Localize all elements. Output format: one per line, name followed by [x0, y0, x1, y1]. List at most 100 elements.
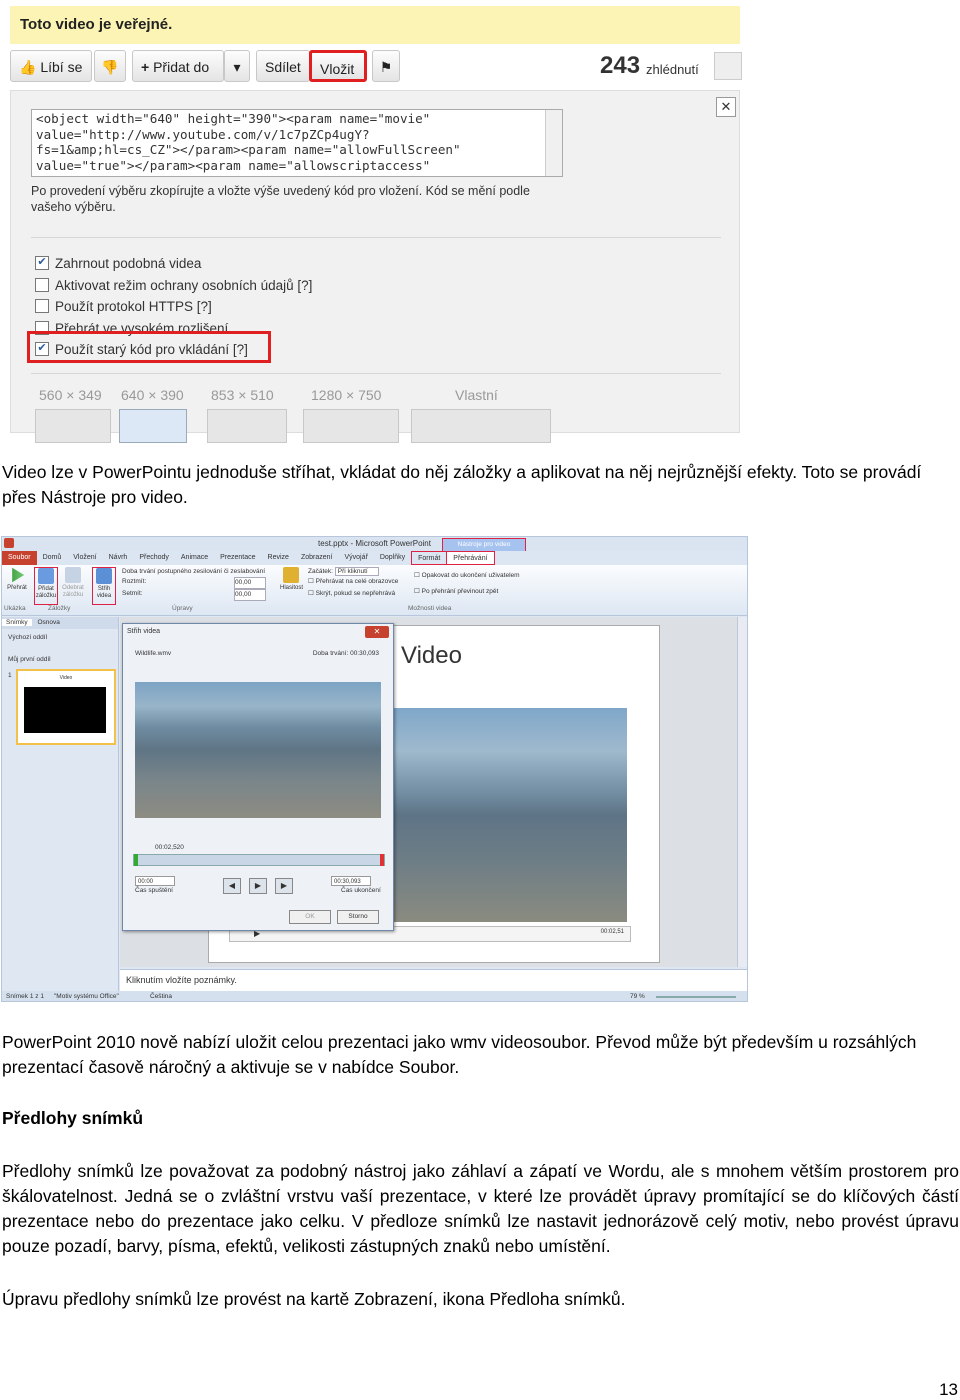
- fade-in-input[interactable]: 00,00: [234, 577, 266, 589]
- loop-option[interactable]: ☐ Opakovat do ukončení uživatelem: [414, 571, 520, 581]
- video-tools-context-tab: Nástroje pro video: [442, 538, 526, 552]
- status-slide: Snímek 1 z 1: [6, 993, 44, 1000]
- zoom-level[interactable]: 79 %: [630, 991, 645, 1001]
- tab-developer[interactable]: Vývojář: [338, 551, 373, 565]
- volume-button[interactable]: Hlasitost: [280, 567, 303, 603]
- previous-frame-button[interactable]: ◀: [223, 878, 241, 894]
- close-icon[interactable]: ✕: [365, 626, 389, 638]
- ok-button[interactable]: OK: [289, 910, 331, 924]
- video-object[interactable]: [391, 708, 627, 922]
- start-handle[interactable]: [134, 854, 138, 866]
- slide-title[interactable]: Video: [401, 642, 462, 670]
- checkbox-icon[interactable]: [35, 278, 49, 292]
- end-time-label: Čas ukončení: [341, 887, 381, 894]
- rewind-option[interactable]: ☐ Po přehrání převinout zpět: [414, 587, 498, 597]
- window-title: test.pptx - Microsoft PowerPoint: [318, 539, 431, 548]
- add-to-button[interactable]: + Přidat do: [132, 50, 224, 82]
- size-label[interactable]: Vlastní: [455, 387, 498, 403]
- hide-option[interactable]: ☐ Skrýt, pokud se nepřehrává: [308, 589, 395, 599]
- close-icon[interactable]: ✕: [716, 97, 736, 117]
- section-default[interactable]: Výchozí oddíl: [8, 633, 47, 643]
- tab-format[interactable]: Formát: [411, 551, 447, 565]
- speaker-icon: [283, 567, 299, 583]
- size-label[interactable]: 640 × 390: [121, 387, 184, 403]
- tab-file[interactable]: Soubor: [2, 551, 37, 565]
- size-preview-selected[interactable]: [119, 409, 187, 443]
- remove-bookmark-button[interactable]: Odebrat záložku: [62, 567, 84, 603]
- embed-button[interactable]: Vložit: [309, 50, 367, 82]
- play-button[interactable]: ▶: [249, 878, 267, 894]
- slide-thumbnail[interactable]: Video: [16, 669, 116, 745]
- group-label: Záložky: [48, 605, 71, 612]
- end-time-input[interactable]: 00:30,093: [331, 876, 371, 886]
- fullscreen-option[interactable]: ☐ Přehrávat na celé obrazovce: [308, 577, 398, 587]
- size-label[interactable]: 1280 × 750: [311, 387, 381, 403]
- tab-design[interactable]: Návrh: [103, 551, 134, 565]
- thumbnail-video: [24, 687, 106, 733]
- status-bar: Snímek 1 z 1 "Motiv systému Office" Češt…: [2, 991, 747, 1001]
- tab-review[interactable]: Revize: [262, 551, 295, 565]
- embed-code-field[interactable]: <object width="640" height="390"><param …: [31, 109, 563, 177]
- status-language[interactable]: Čeština: [150, 991, 172, 1001]
- checkbox-icon[interactable]: [35, 299, 49, 313]
- tab-playback[interactable]: Přehrávání: [446, 551, 495, 565]
- player-time: 00:02,51: [600, 929, 624, 935]
- start-time-label: Čas spuštění: [135, 887, 173, 894]
- public-video-banner: Toto video je veřejné.: [10, 6, 740, 44]
- tab-home[interactable]: Domů: [37, 551, 68, 565]
- zoom-slider[interactable]: [656, 996, 736, 998]
- divider: [31, 237, 721, 238]
- size-preview[interactable]: [207, 409, 287, 443]
- start-dropdown[interactable]: Při kliknutí: [334, 567, 379, 576]
- size-preview[interactable]: [35, 409, 111, 443]
- tab-insert[interactable]: Vložení: [67, 551, 102, 565]
- embed-code-text: <object width="640" height="390"><param …: [36, 111, 461, 173]
- current-time: 00:02,520: [155, 844, 184, 851]
- like-button[interactable]: 👍 Líbí se: [10, 50, 92, 82]
- add-bookmark-button[interactable]: Přidat záložku: [34, 567, 58, 605]
- video-preview: [135, 682, 381, 818]
- thumbnail-title: Video: [59, 675, 73, 681]
- page-number: 13: [939, 1380, 958, 1399]
- checkbox-checked-icon[interactable]: ✔: [35, 342, 49, 356]
- thumbs-up-icon: 👍: [19, 59, 37, 75]
- fade-out-input[interactable]: 00,00: [234, 589, 266, 601]
- tab-transitions[interactable]: Přechody: [133, 551, 175, 565]
- slide-scrollbar[interactable]: [737, 617, 747, 967]
- trim-video-dialog: Střih videa ✕ Wildlife.wmv Doba trvání: …: [122, 623, 394, 931]
- option-old-embed-code[interactable]: ✔ Použít starý kód pro vkládání [?]: [35, 339, 248, 359]
- stats-icon[interactable]: [714, 52, 742, 80]
- play-button[interactable]: Přehrát: [6, 567, 28, 603]
- fade-out-label: Setmít:: [122, 590, 143, 597]
- code-scrollbar[interactable]: [545, 110, 562, 176]
- checkbox-checked-icon[interactable]: ✔: [35, 256, 49, 270]
- tab-slideshow[interactable]: Prezentace: [214, 551, 261, 565]
- trim-video-button[interactable]: Střih videa: [92, 567, 116, 605]
- tab-outline[interactable]: Osnova: [33, 619, 63, 626]
- add-to-dropdown[interactable]: ▾: [224, 50, 250, 82]
- option-privacy-mode[interactable]: Aktivovat režim ochrany osobních údajů […: [35, 275, 312, 295]
- tab-animations[interactable]: Animace: [175, 551, 214, 565]
- tab-slides[interactable]: Snímky: [2, 619, 32, 626]
- option-similar-videos[interactable]: ✔ Zahrnout podobná videa: [35, 253, 201, 273]
- section-mine[interactable]: Můj první oddíl: [8, 655, 51, 665]
- share-button[interactable]: Sdílet: [256, 50, 310, 82]
- tab-addins[interactable]: Doplňky: [374, 551, 411, 565]
- tab-view[interactable]: Zobrazení: [295, 551, 339, 565]
- paragraph: Předlohy snímků lze považovat za podobný…: [2, 1161, 959, 1256]
- size-preview[interactable]: [303, 409, 399, 443]
- next-frame-button[interactable]: ▶: [275, 878, 293, 894]
- size-preview[interactable]: [411, 409, 551, 443]
- flag-button[interactable]: ⚑: [372, 50, 400, 82]
- dislike-button[interactable]: 👎: [94, 50, 126, 82]
- youtube-screenshot: Toto video je veřejné. 👍 Líbí se 👎 + Při…: [10, 6, 742, 443]
- start-time-input[interactable]: 00:00: [135, 876, 175, 886]
- notes-pane[interactable]: Kliknutím vložíte poznámky.: [120, 969, 747, 991]
- size-label[interactable]: 560 × 349: [39, 387, 102, 403]
- size-label[interactable]: 853 × 510: [211, 387, 274, 403]
- trim-timeline[interactable]: [133, 854, 385, 866]
- option-https[interactable]: Použít protokol HTTPS [?]: [35, 296, 212, 316]
- end-handle[interactable]: [380, 854, 384, 866]
- flag-icon: ⚑: [379, 59, 393, 75]
- cancel-button[interactable]: Storno: [337, 910, 379, 924]
